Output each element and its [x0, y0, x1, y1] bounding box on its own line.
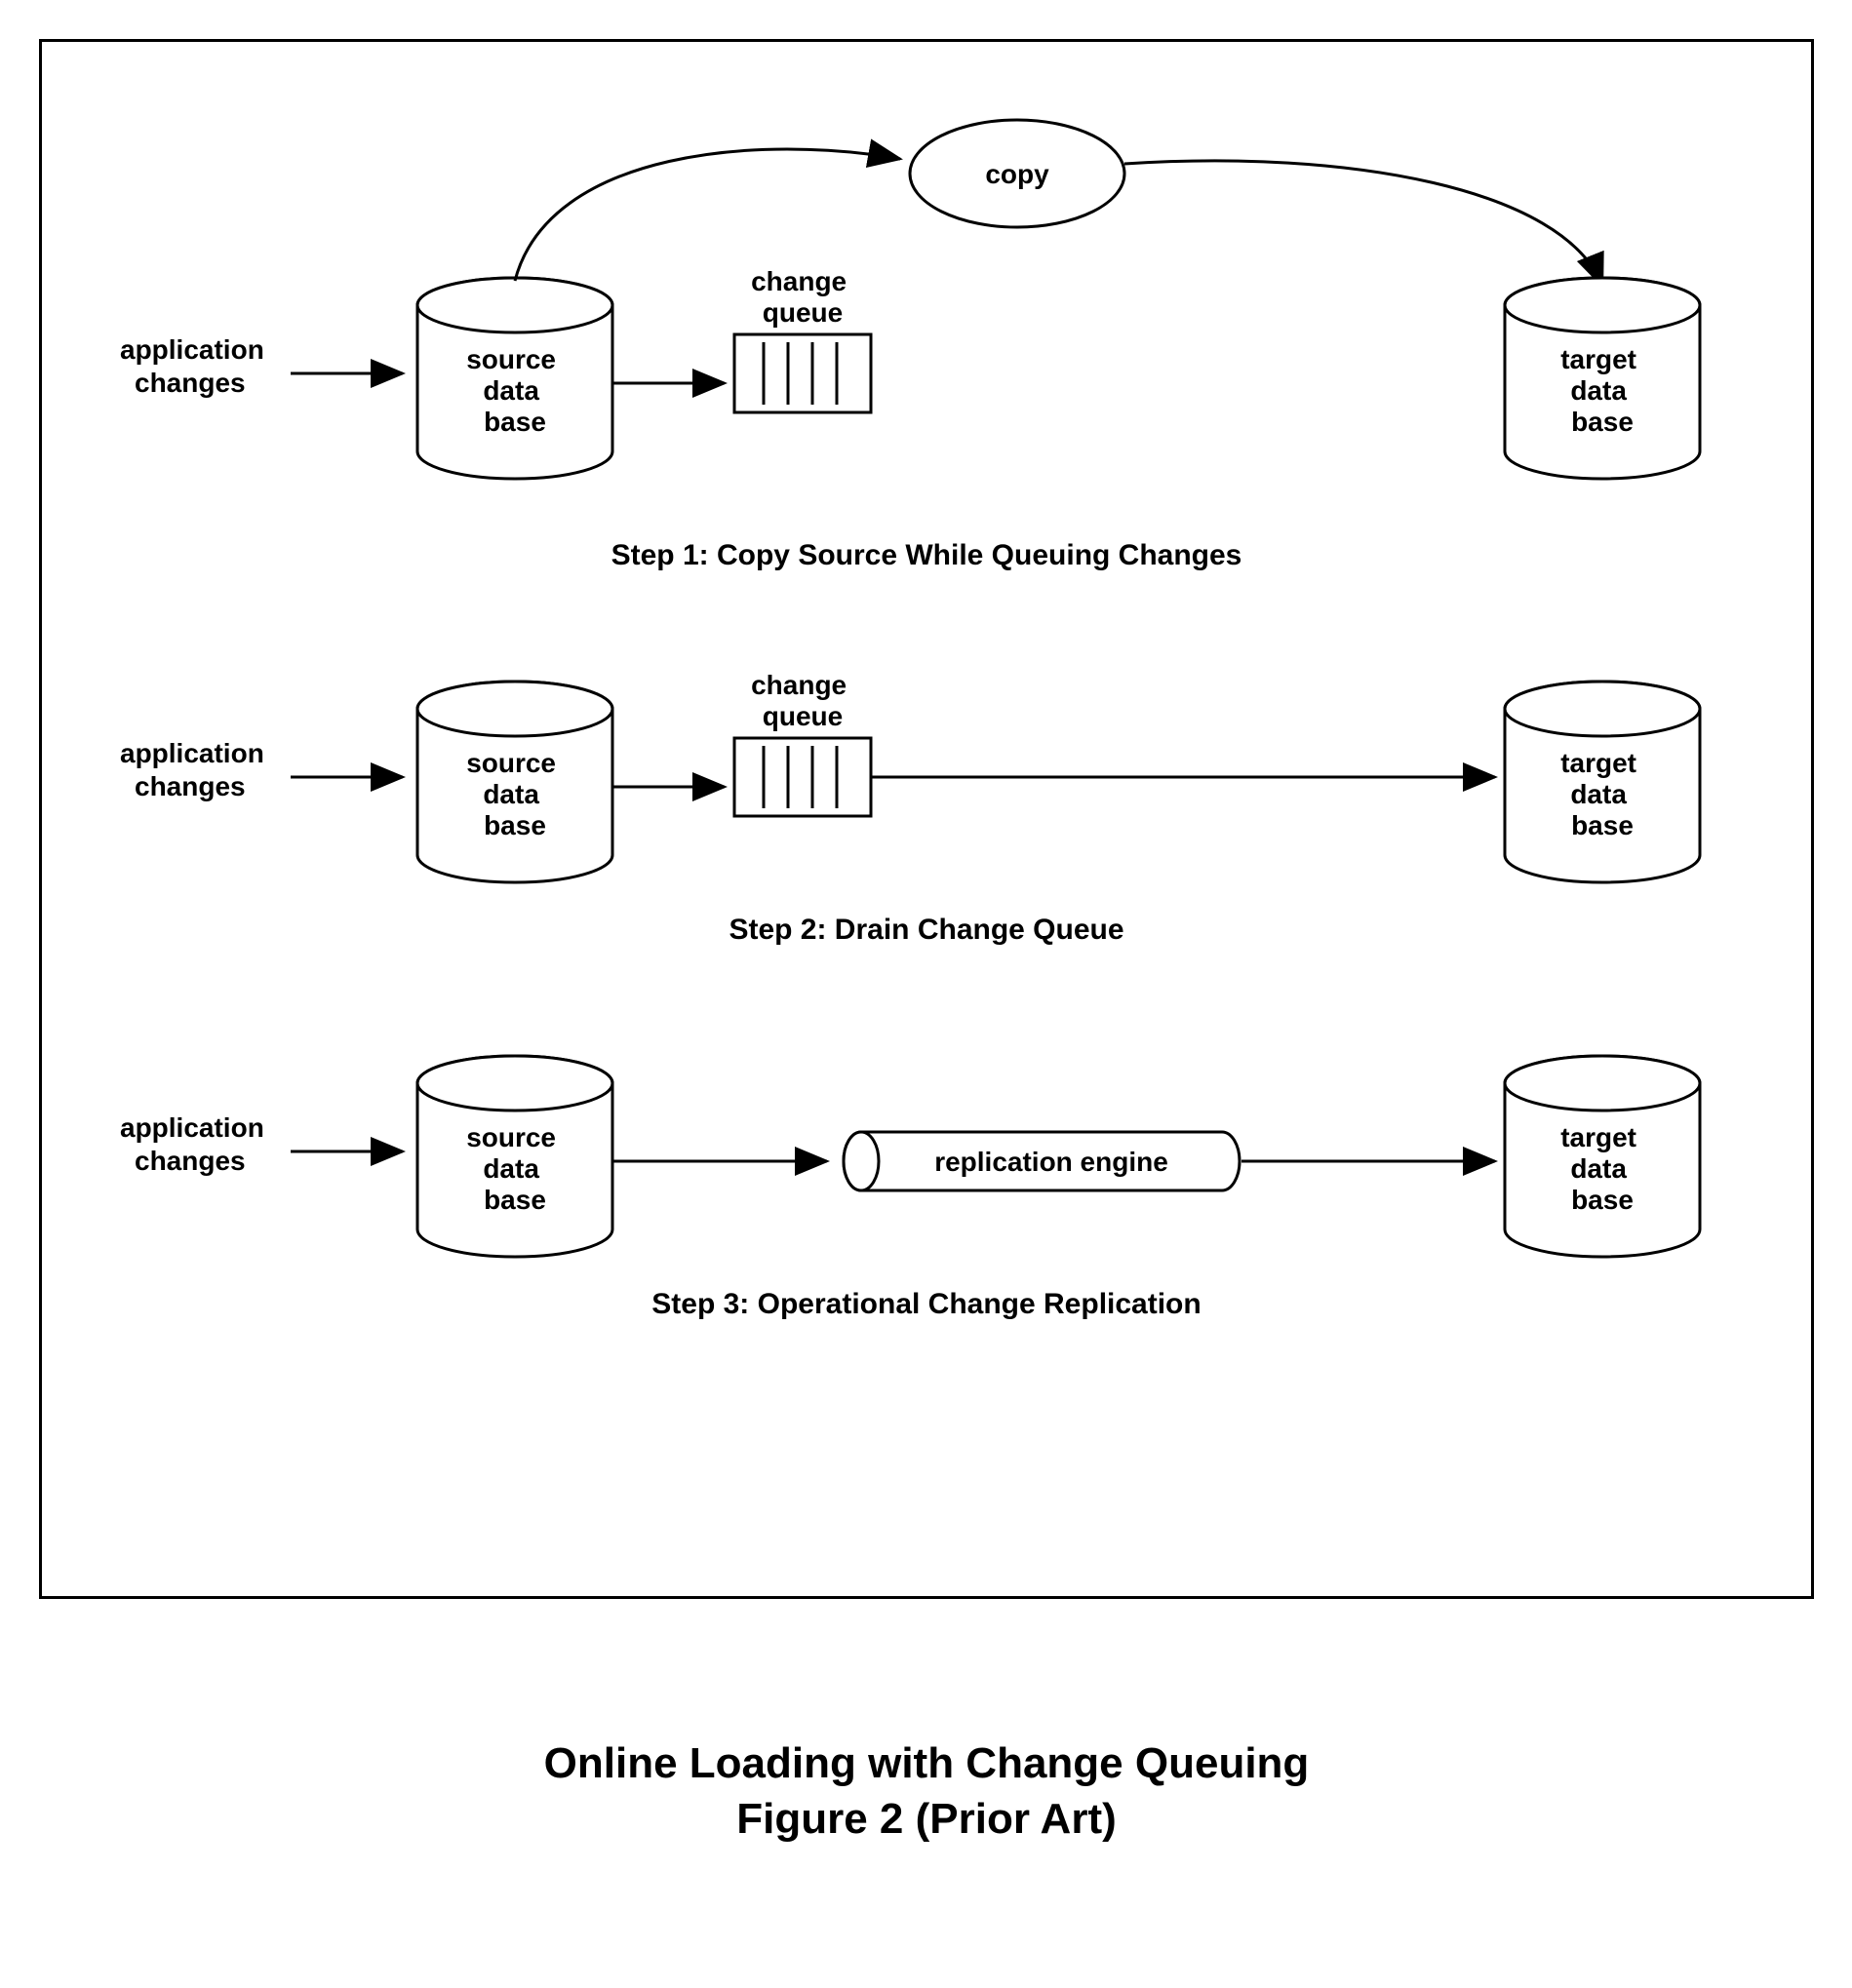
step3-caption: Step 3: Operational Change Replication	[81, 1288, 1772, 1321]
source-database: source data base	[417, 278, 612, 479]
step1-caption: Step 1: Copy Source While Queuing Change…	[81, 539, 1772, 572]
diagram-frame: application changes source data base cha…	[39, 39, 1814, 1599]
step-1: application changes source data base cha…	[81, 81, 1772, 572]
target-database: target data base	[1505, 1056, 1700, 1257]
change-queue: change queue	[734, 266, 871, 412]
svg-text:change queue: change queue	[751, 670, 854, 731]
step2-caption: Step 2: Drain Change Queue	[81, 914, 1772, 947]
arrow-copy-to-target	[1124, 161, 1602, 286]
svg-text:change queue: change queue	[751, 266, 854, 328]
target-database: target data base	[1505, 278, 1700, 479]
source-database: source data base	[417, 1056, 612, 1257]
input-label: application changes	[120, 1112, 272, 1176]
source-database: source data base	[417, 682, 612, 882]
svg-text:target data base: target data base	[1560, 344, 1644, 437]
svg-text:target data base: target data base	[1560, 1122, 1644, 1215]
input-label: application changes	[120, 738, 272, 801]
step-2: application changes source data base cha…	[81, 631, 1772, 947]
arrow-source-to-copy	[515, 149, 900, 281]
copy-oval: copy	[910, 120, 1124, 227]
step-3: application changes source data base rep…	[81, 1005, 1772, 1321]
change-queue: change queue	[734, 670, 871, 816]
figure-title: Online Loading with Change Queuing Figur…	[39, 1735, 1814, 1847]
svg-text:replication engine: replication engine	[934, 1147, 1168, 1177]
input-label: application changes	[120, 334, 272, 398]
replication-engine-pipe: replication engine	[844, 1132, 1240, 1190]
svg-text:copy: copy	[985, 159, 1049, 189]
target-database: target data base	[1505, 682, 1700, 882]
svg-text:target data base: target data base	[1560, 748, 1644, 840]
